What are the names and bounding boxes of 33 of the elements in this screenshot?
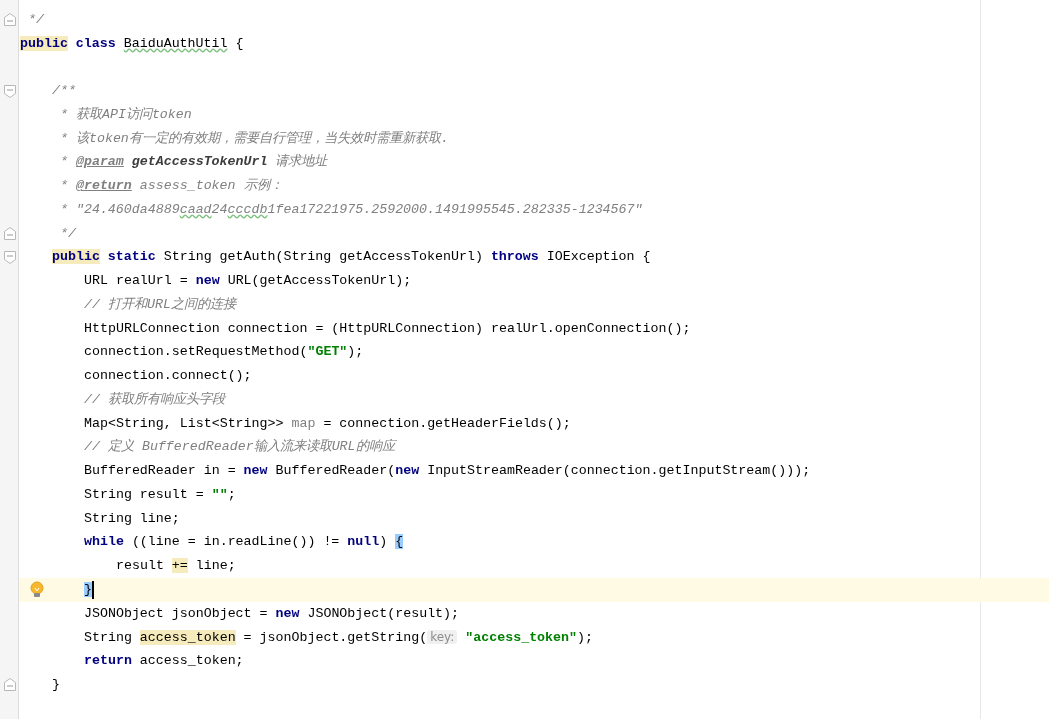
code-line: Map<String, List<String>> map = connection.getHeaderFields(); [84, 414, 571, 433]
fold-marker-icon[interactable] [3, 227, 16, 241]
code-line: } [52, 675, 60, 694]
code-line: JSONObject jsonObject = new JSONObject(result); [84, 604, 460, 623]
lightbulb-icon[interactable] [30, 581, 44, 599]
fold-marker-icon[interactable] [3, 250, 16, 264]
code-line: URL realUrl = new URL(getAccessTokenUrl); [84, 272, 412, 291]
code-line: // 定义 BufferedReader输入流来读取URL的响应 [84, 438, 395, 457]
code-line: * @param getAccessTokenUrl 请求地址 [58, 153, 328, 172]
code-line: result += line; [116, 557, 236, 576]
code-line: */ [26, 10, 44, 29]
code-line: String line; [84, 509, 180, 528]
code-line: String access_token = jsonObject.getString( key: "access_token"); [84, 628, 593, 647]
code-line: // 获取所有响应头字段 [84, 390, 225, 409]
code-line: * "24.460da4889caad24cccdb1fea17221975.2592000.1491995545.282335-1234567" [58, 200, 643, 219]
code-line: connection.connect(); [84, 367, 252, 386]
code-line: HttpURLConnection connection = (HttpURLConnection) realUrl.openConnection(); [84, 319, 691, 338]
code-line: return access_token; [84, 652, 244, 671]
code-line: public static String getAuth(String getAccessTokenUrl) throws IOException { [52, 248, 651, 267]
code-line: String result = ""; [84, 485, 236, 504]
code-line: */ [58, 224, 76, 243]
code-line: * @return assess_token 示例： [58, 177, 283, 196]
code-line: BufferedReader in = new BufferedReader(new InputStreamReader(connection.getInputStream())); [84, 462, 811, 481]
fold-marker-icon[interactable] [3, 13, 16, 27]
fold-marker-icon[interactable] [3, 84, 16, 98]
code-line: * 该token有一定的有效期，需要自行管理，当失效时需重新获取. [58, 129, 449, 148]
code-line: * 获取API访问token [58, 105, 192, 124]
code-line: // 打开和URL之间的连接 [84, 295, 236, 314]
fold-marker-icon[interactable] [3, 678, 16, 692]
code-line: /** [52, 82, 76, 101]
code-line: public class BaiduAuthUtil { [20, 34, 244, 53]
code-line: connection.setRequestMethod("GET"); [84, 343, 364, 362]
code-line: while ((line = in.readLine()) != null) { [84, 533, 404, 552]
